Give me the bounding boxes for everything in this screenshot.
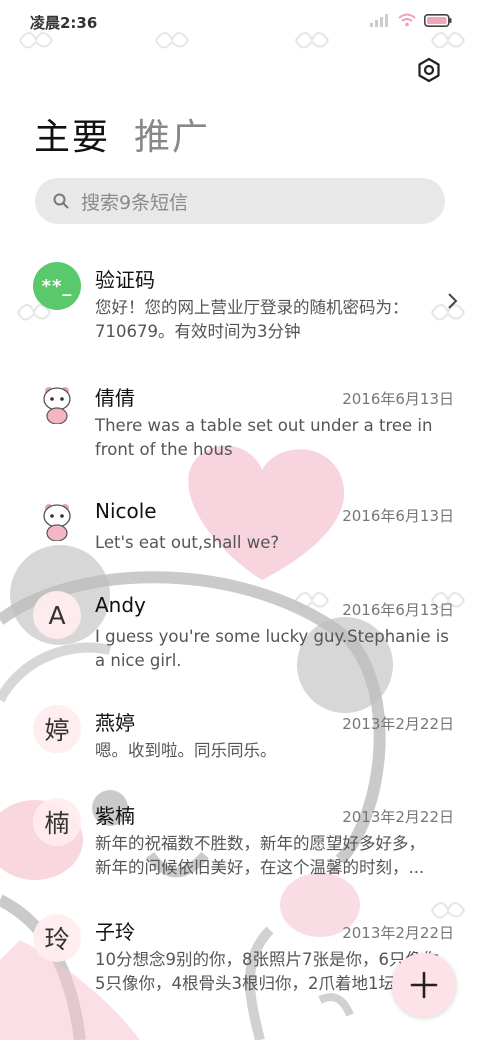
battery-icon xyxy=(424,13,452,27)
contact-avatar: 婷 xyxy=(33,705,81,753)
gear-icon xyxy=(418,57,440,83)
preview-line: There was a table set out under a tree i… xyxy=(95,416,433,435)
message-date: 2016年6月13日 xyxy=(342,507,454,525)
conversation-item[interactable]: 婷 燕婷 2013年2月22日 嗯。收到啦。同乐同乐。 xyxy=(0,705,480,775)
conversation-item[interactable]: **_ 验证码 您好！您的网上营业厅登录的随机密码为： 710679。有效时间为… xyxy=(0,262,480,352)
message-preview: Let's eat out,shall we? xyxy=(95,531,457,555)
contact-avatar: A xyxy=(33,591,81,639)
contact-name: 验证码 xyxy=(95,268,155,292)
compose-button[interactable] xyxy=(392,953,456,1017)
contact-avatar: 楠 xyxy=(33,798,81,846)
contact-name: 子玲 xyxy=(95,920,135,944)
message-date: 2016年6月13日 xyxy=(342,601,454,619)
search-bar[interactable]: 搜索9条短信 xyxy=(35,178,445,224)
message-preview: I guess you're some lucky guy.Stephanie … xyxy=(95,625,457,673)
message-preview: 新年的祝福数不胜数，新年的愿望好多好多， 新年的问候依旧美好，在这个温馨的时刻，… xyxy=(95,832,457,880)
preview-line: 您好！您的网上营业厅登录的随机密码为： xyxy=(95,298,409,317)
message-date: 2013年2月22日 xyxy=(342,715,454,733)
contact-name: 紫楠 xyxy=(95,804,135,828)
plus-icon xyxy=(410,971,438,999)
preview-line: Let's eat out,shall we? xyxy=(95,533,280,552)
panda-avatar-icon xyxy=(33,497,81,545)
message-date: 2013年2月22日 xyxy=(342,808,454,826)
wifi-icon xyxy=(398,13,416,27)
tab-bar: 主要 推广 xyxy=(34,108,210,160)
preview-line: 新年的祝福数不胜数，新年的愿望好多好多， xyxy=(95,834,425,853)
preview-line: a nice girl. xyxy=(95,651,182,670)
contact-name: 倩倩 xyxy=(95,386,135,410)
search-icon xyxy=(53,193,69,209)
tab-promotions[interactable]: 推广 xyxy=(134,108,210,160)
message-date: 2013年2月22日 xyxy=(342,924,454,942)
chevron-right-icon xyxy=(448,293,458,309)
contact-name: Andy xyxy=(95,593,146,617)
contact-avatar: 玲 xyxy=(33,914,81,962)
preview-line: 嗯。收到啦。同乐同乐。 xyxy=(95,741,277,760)
preview-line: 710679。有效时间为3分钟 xyxy=(95,322,301,341)
conversation-item[interactable]: Nicole 2016年6月13日 Let's eat out,shall we… xyxy=(0,497,480,567)
conversation-item[interactable]: 楠 紫楠 2013年2月22日 新年的祝福数不胜数，新年的愿望好多好多， 新年的… xyxy=(0,798,480,888)
message-preview: There was a table set out under a tree i… xyxy=(95,414,457,462)
status-bar-icons xyxy=(370,13,452,27)
panda-avatar-icon xyxy=(33,380,81,428)
conversation-item[interactable]: 倩倩 2016年6月13日 There was a table set out … xyxy=(0,380,480,470)
signal-icon xyxy=(370,14,388,27)
preview-line: front of the hous xyxy=(95,440,233,459)
preview-line: 新年的问候依旧美好，在这个温馨的时刻，... xyxy=(95,858,425,877)
settings-button[interactable] xyxy=(416,57,442,83)
message-preview: 嗯。收到啦。同乐同乐。 xyxy=(95,739,457,763)
verification-avatar: **_ xyxy=(33,262,81,310)
message-preview: 您好！您的网上营业厅登录的随机密码为： 710679。有效时间为3分钟 xyxy=(95,296,457,344)
preview-line: I guess you're some lucky guy.Stephanie … xyxy=(95,627,449,646)
tab-primary[interactable]: 主要 xyxy=(34,108,110,160)
contact-name: Nicole xyxy=(95,499,157,523)
search-placeholder: 搜索9条短信 xyxy=(81,191,189,214)
status-bar-time: 凌晨2:36 xyxy=(30,14,98,32)
message-date: 2016年6月13日 xyxy=(342,390,454,408)
conversation-item[interactable]: A Andy 2016年6月13日 I guess you're some lu… xyxy=(0,591,480,681)
contact-name: 燕婷 xyxy=(95,711,135,735)
